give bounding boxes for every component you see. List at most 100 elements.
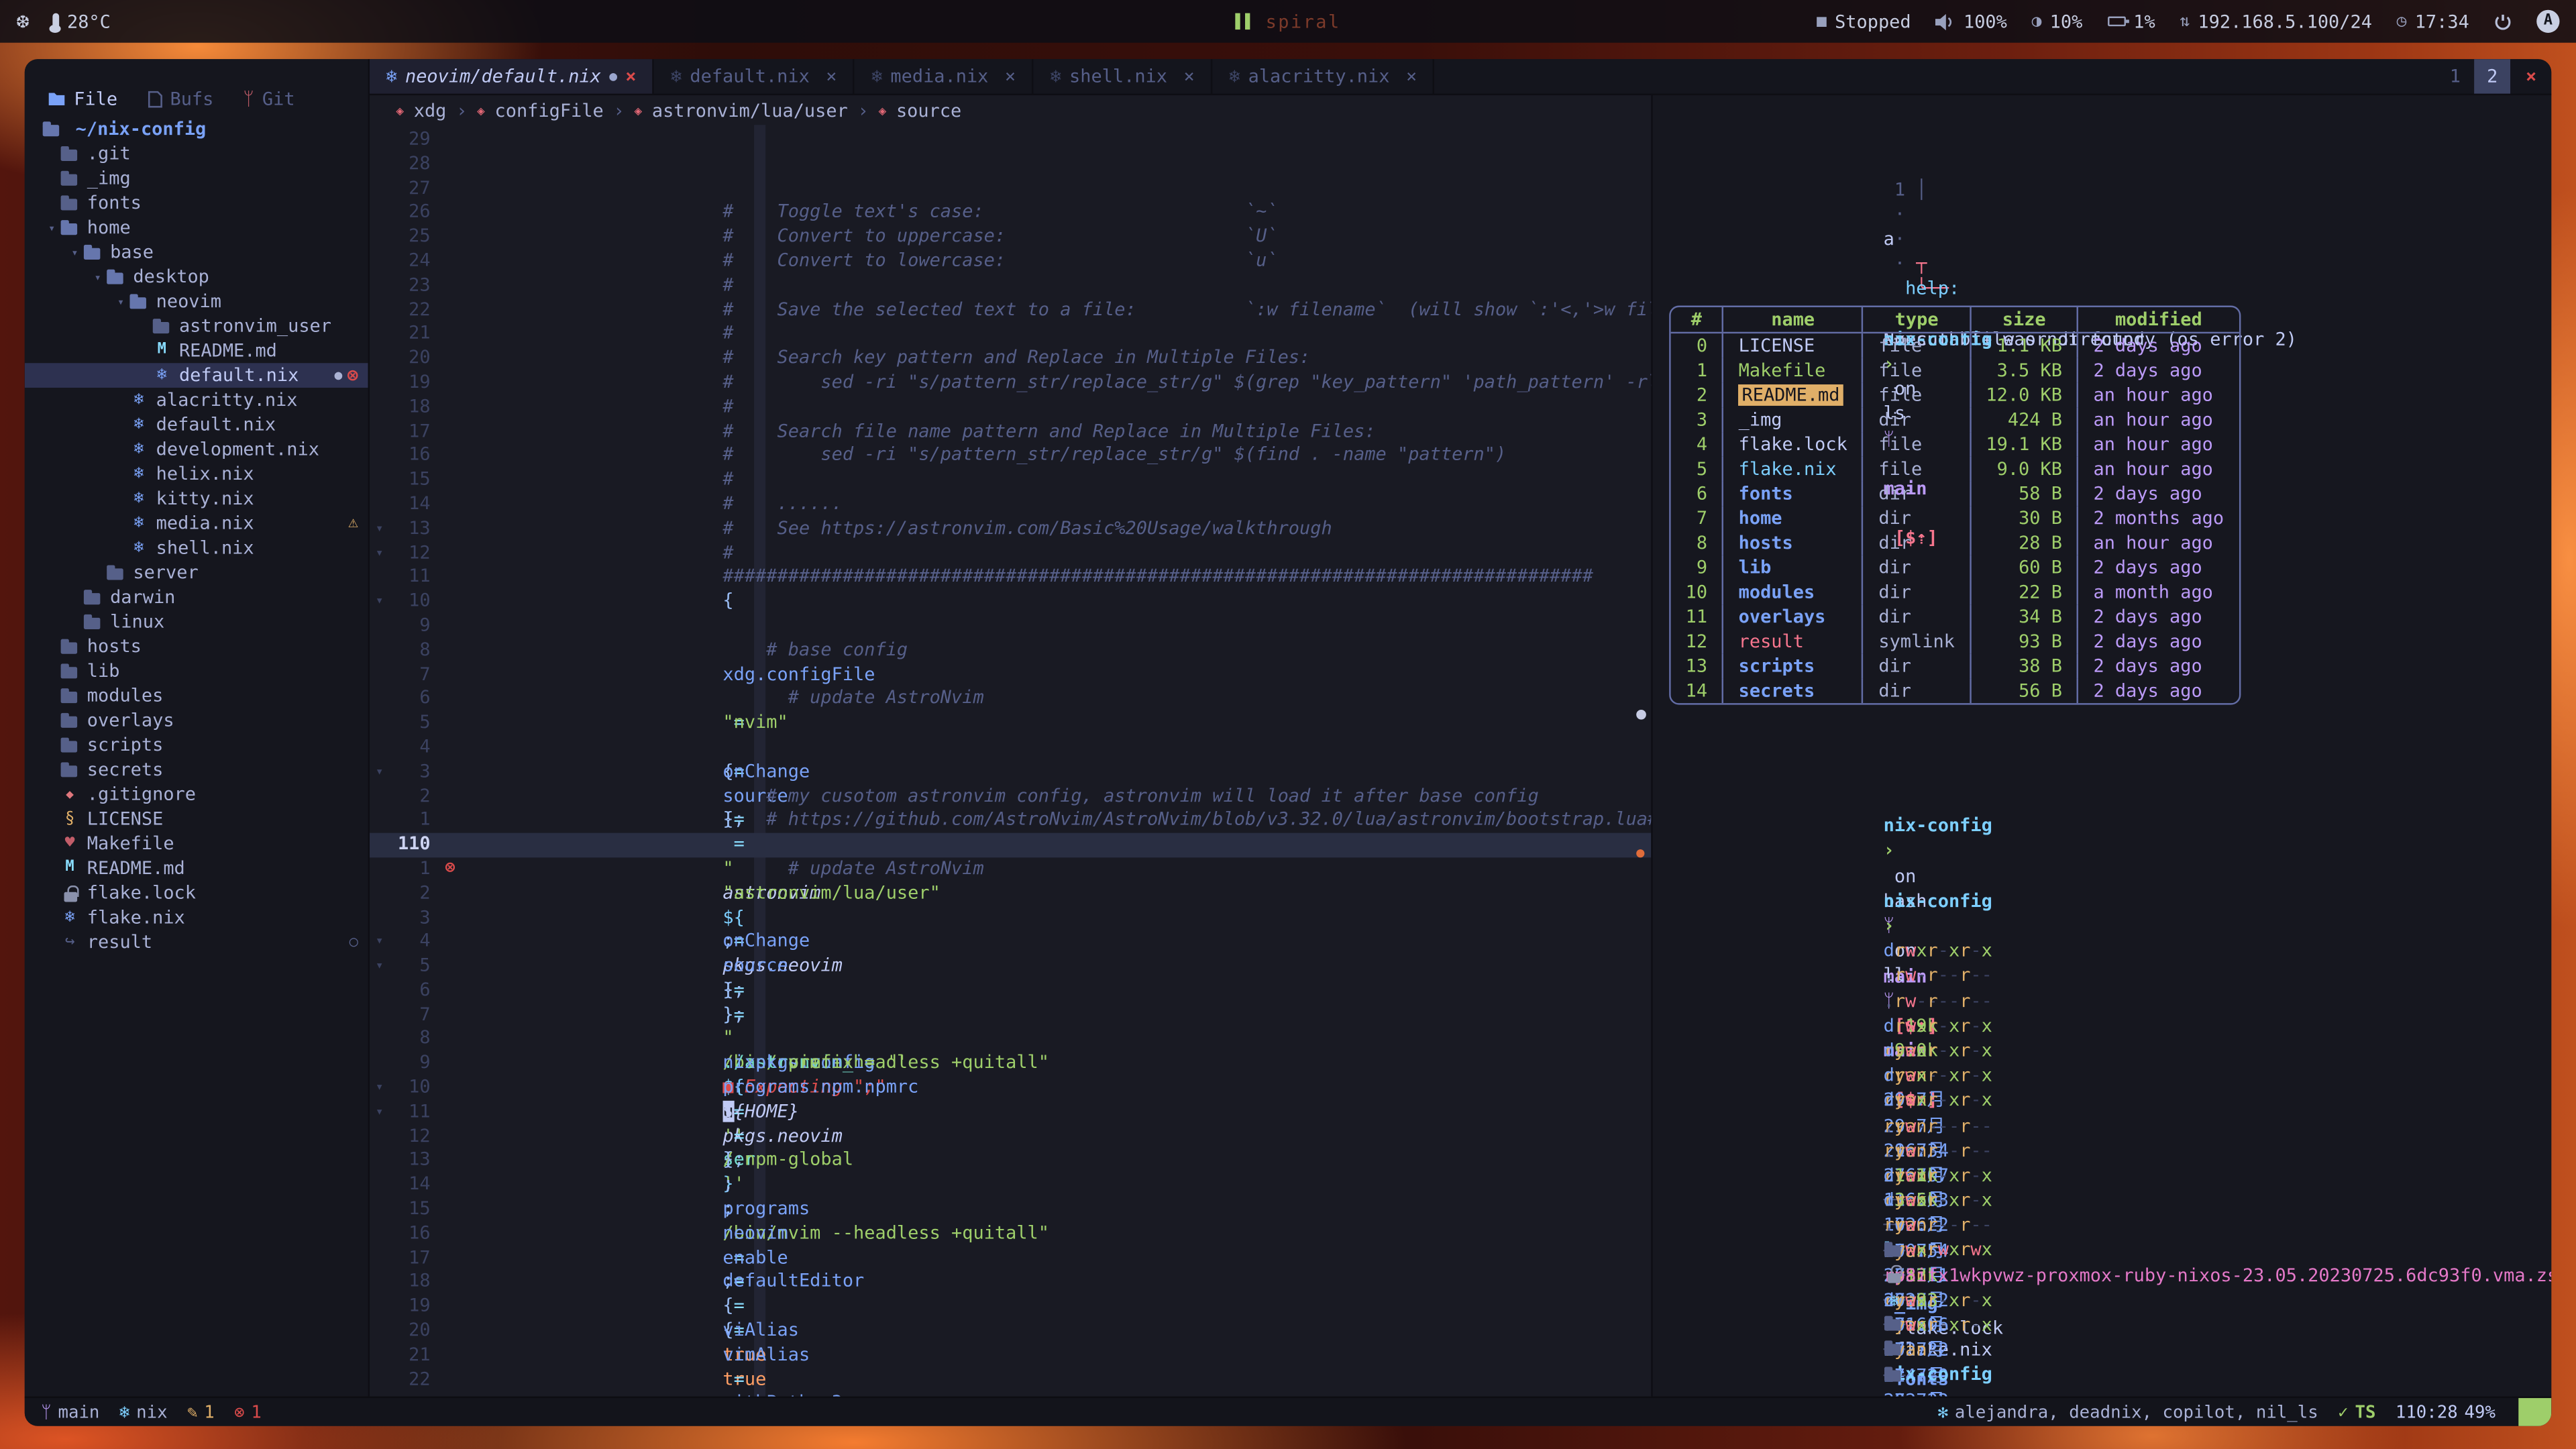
tree-item[interactable]: ❄ alacritty.nix xyxy=(25,388,368,413)
tree-item[interactable]: ❄ flake.nix xyxy=(25,905,368,930)
buffer-tab[interactable]: ❄ alacritty.nix × xyxy=(1213,59,1435,93)
tree-item[interactable]: M README.md xyxy=(25,338,368,363)
fold-icon[interactable] xyxy=(370,152,389,176)
code-line[interactable]: ▾ 4 nixpkgs.config xyxy=(370,930,1651,955)
fold-icon[interactable] xyxy=(370,1052,389,1076)
tree-item[interactable]: M README.md xyxy=(25,856,368,881)
tab-files[interactable]: File xyxy=(48,88,117,109)
tree-item[interactable]: ▾ base xyxy=(25,240,368,265)
tree-item[interactable]: secrets xyxy=(25,757,368,782)
tree-item[interactable]: darwin xyxy=(25,585,368,610)
code-line[interactable]: ▾ 10 "nvim" xyxy=(370,590,1651,614)
fold-icon[interactable] xyxy=(370,712,389,736)
tree-item[interactable]: fonts xyxy=(25,191,368,215)
code-line[interactable]: 8 }; xyxy=(370,1028,1651,1052)
code-line[interactable]: 2 }; xyxy=(370,881,1651,906)
tree-item[interactable]: ❄ default.nix xyxy=(25,413,368,437)
code-line[interactable]: 5 # my cusotom astronvim config, astronv… xyxy=(370,712,1651,736)
breadcrumb-item[interactable]: configFile xyxy=(495,99,604,121)
fold-icon[interactable] xyxy=(370,347,389,371)
buffer-tab[interactable]: ❄ media.nix × xyxy=(855,59,1034,93)
buffer-tab[interactable]: ❄ shell.nix × xyxy=(1034,59,1213,93)
code-line[interactable]: 8 onChange xyxy=(370,639,1651,663)
code-line[interactable]: 2 # update AstroNvim xyxy=(370,784,1651,808)
fold-icon[interactable] xyxy=(370,663,389,687)
code-line[interactable]: 6 prefix = '' ${HOME} xyxy=(370,979,1651,1003)
fold-icon[interactable] xyxy=(370,371,389,395)
expander-icon[interactable]: ▾ xyxy=(91,270,105,284)
code-line[interactable]: 22 # currently we use lazy.nvim as neovi… xyxy=(370,1368,1651,1392)
fold-icon[interactable] xyxy=(370,566,389,590)
code-line[interactable]: 25 # Save the selected text to a file: `… xyxy=(370,225,1651,250)
fold-icon[interactable] xyxy=(370,614,389,639)
tree-item[interactable]: scripts xyxy=(25,733,368,757)
code-line[interactable]: 19 withNodeJs xyxy=(370,1295,1651,1319)
code-line[interactable]: 1 onChange xyxy=(370,809,1651,833)
tree-item[interactable]: ❄ kitty.nix xyxy=(25,486,368,511)
code-line[interactable]: ▾ 12 xdg.configFile xyxy=(370,541,1651,566)
fold-icon[interactable] xyxy=(370,881,389,906)
code-line[interactable]: 19 # sed -ri "s/pattern_str/replace_str/… xyxy=(370,371,1651,395)
power-button[interactable] xyxy=(2494,12,2512,30)
code-line[interactable]: 18 # xyxy=(370,396,1651,420)
recorder-widget[interactable]: ■ Stopped xyxy=(1817,11,1911,32)
fold-icon[interactable] xyxy=(370,833,389,857)
code-line[interactable]: ▾ 5 programs.npm.n xyxy=(370,955,1651,979)
fold-icon[interactable] xyxy=(370,736,389,760)
code-line[interactable]: 24 # xyxy=(370,250,1651,274)
terminal-pane[interactable]: 1 │ a · ┬ xyxy=(1651,95,2551,1397)
code-line[interactable]: 16 vimAlias xyxy=(370,1222,1651,1246)
fold-icon[interactable]: ▾ xyxy=(370,955,389,979)
fold-icon[interactable] xyxy=(370,299,389,323)
fold-icon[interactable] xyxy=(370,274,389,298)
fold-icon[interactable] xyxy=(370,687,389,711)
code-line[interactable]: 7 source xyxy=(370,663,1651,687)
fold-icon[interactable] xyxy=(370,1246,389,1271)
fold-icon[interactable] xyxy=(370,784,389,808)
scrollbar-handle[interactable] xyxy=(1636,710,1646,720)
project-root[interactable]: ~/nix-config xyxy=(25,115,368,141)
close-buffer-icon[interactable]: × xyxy=(1005,66,1016,87)
brightness-widget[interactable]: ◑ 10% xyxy=(2032,11,2083,32)
fold-icon[interactable]: ▾ xyxy=(370,930,389,955)
tree-item[interactable]: astronvim_user xyxy=(25,314,368,339)
code-line[interactable]: 17 xyxy=(370,1246,1651,1271)
code-line[interactable]: 20 extraPackages xyxy=(370,1320,1651,1344)
close-buffer-icon[interactable]: × xyxy=(1406,66,1417,87)
close-buffer-icon[interactable]: × xyxy=(826,66,837,87)
fold-icon[interactable]: ▾ xyxy=(370,760,389,784)
fold-icon[interactable] xyxy=(370,250,389,274)
network-widget[interactable]: ⇅ 192.168.5.100/24 xyxy=(2180,11,2372,32)
code-line[interactable]: 4 # https://github.com/AstroNvim/AstroNv… xyxy=(370,736,1651,760)
tree-item[interactable]: hosts xyxy=(25,634,368,659)
code-line[interactable]: 110 source xyxy=(370,833,1651,857)
code-line[interactable]: 17 # ...... xyxy=(370,420,1651,444)
tab-git[interactable]: ᛘ Git xyxy=(243,88,294,109)
editor-pane[interactable]: ◈ xdg › ◈ configFile › ◈ astronvim/lua/u… xyxy=(370,95,1651,1397)
code-line[interactable]: 16 # See https://astronvim.com/Basic%20U… xyxy=(370,444,1651,468)
clock-widget[interactable]: ◷ 17:34 xyxy=(2397,11,2469,32)
tab-buffers[interactable]: Bufs xyxy=(147,88,213,109)
code-line[interactable]: 6 }; xyxy=(370,687,1651,711)
code-line[interactable]: 3 xyxy=(370,906,1651,930)
keyboard-layout-badge[interactable]: A xyxy=(2536,10,2559,33)
tree-item[interactable]: overlays xyxy=(25,708,368,733)
tree-item[interactable]: ◆ .gitignore xyxy=(25,782,368,807)
code-line[interactable]: 22 # sed -ri "s/pattern_str/replace_str/… xyxy=(370,299,1651,323)
close-buffer-icon[interactable]: × xyxy=(625,66,636,87)
breadcrumb-item[interactable]: astronvim/lua/user xyxy=(652,99,848,121)
tree-item[interactable]: § LICENSE xyxy=(25,806,368,831)
tree-item[interactable]: flake.lock xyxy=(25,881,368,906)
tree-item[interactable]: ❄ default.nix ● ⊗ xyxy=(25,363,368,388)
tree-item[interactable]: server xyxy=(25,560,368,585)
fold-icon[interactable] xyxy=(370,1004,389,1028)
fold-icon[interactable]: ▾ xyxy=(370,517,389,541)
code-line[interactable]: 26 # xyxy=(370,201,1651,225)
code-line[interactable]: ▾ 10 programs xyxy=(370,1076,1651,1100)
breadcrumb-item[interactable]: xdg xyxy=(414,99,447,121)
expander-icon[interactable]: ▾ xyxy=(44,221,59,234)
fold-icon[interactable] xyxy=(370,639,389,663)
tabpage-number[interactable]: 2 xyxy=(2474,59,2511,93)
code-line[interactable]: 28 # Convert to uppercase: `U` xyxy=(370,152,1651,176)
pause-icon[interactable] xyxy=(1235,13,1249,30)
